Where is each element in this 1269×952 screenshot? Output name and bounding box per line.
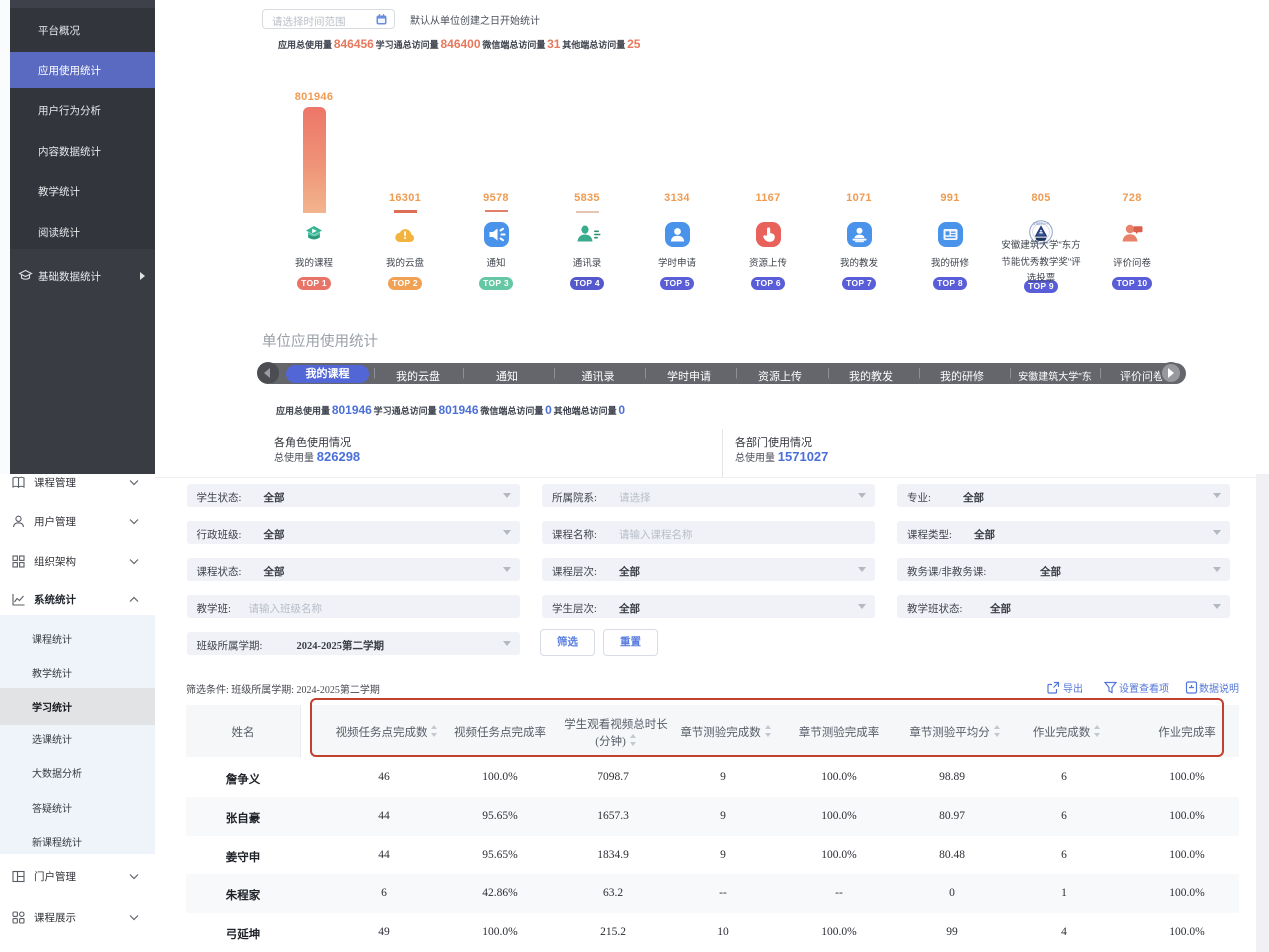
svg-text:安徽建筑大学: 安徽建筑大学: [1033, 221, 1049, 225]
